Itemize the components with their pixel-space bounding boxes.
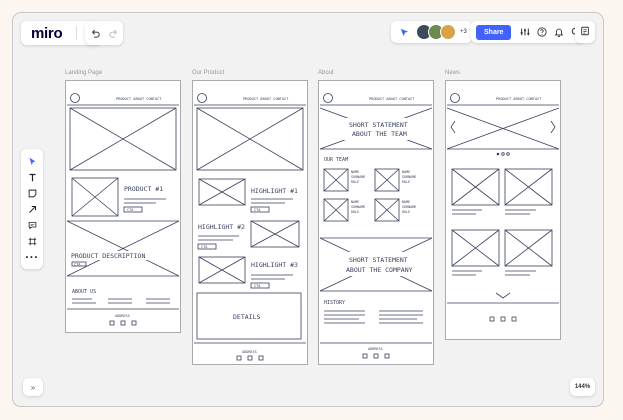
about-us-heading: ABOUT US xyxy=(72,289,96,295)
cursor-share-icon[interactable] xyxy=(396,22,412,42)
sticky-note-icon[interactable] xyxy=(21,185,43,201)
undo-icon[interactable] xyxy=(88,23,102,43)
svg-text:CTA: CTA xyxy=(201,245,208,249)
canvas-board[interactable]: miro +3 Share ··· Landing Page Our Produ… xyxy=(12,12,604,407)
svg-text:ADDRESS: ADDRESS xyxy=(368,347,383,351)
svg-text:SURNAME: SURNAME xyxy=(351,175,365,179)
divider xyxy=(76,26,78,40)
landing-wireframe: PRODUCT ABOUT CONTACT PRODUCT #1 CTA PRO… xyxy=(66,93,180,326)
cursor-icon[interactable] xyxy=(21,153,43,169)
team-statement-line2: ABOUT THE TEAM xyxy=(352,130,407,138)
highlight-2: HIGHLIGHT #2 xyxy=(198,223,245,231)
details-block: DETAILS xyxy=(233,313,260,321)
settings-icon[interactable] xyxy=(516,22,533,42)
zoom-level: 144% xyxy=(574,384,591,390)
collapse-panel-button[interactable]: » xyxy=(23,378,43,396)
team-member: NAME SURNAME ROLE xyxy=(323,198,365,222)
team-statement-line1: SHORT STATEMENT xyxy=(349,121,408,129)
frame-label-landing[interactable]: Landing Page xyxy=(65,70,102,76)
team-member: NAME SURNAME ROLE xyxy=(374,168,416,192)
svg-text:PRODUCT ABOUT CONTACT: PRODUCT ABOUT CONTACT xyxy=(243,97,289,101)
collaborators-bar: +3 xyxy=(391,21,472,43)
collapse-icon: » xyxy=(30,382,36,392)
svg-text:SURNAME: SURNAME xyxy=(351,205,365,209)
highlight-1: HIGHLIGHT #1 xyxy=(251,187,298,195)
about-wireframe: PRODUCT ABOUT CONTACT SHORT STATEMENT AB… xyxy=(319,93,433,359)
avatar[interactable] xyxy=(440,24,456,40)
highlight-3: HIGHLIGHT #3 xyxy=(251,261,298,269)
miro-logo[interactable]: miro xyxy=(21,25,72,42)
board-actions-bar: Share xyxy=(471,21,585,43)
news-wireframe: PRODUCT ABOUT CONTACT xyxy=(446,93,560,322)
company-statement-line1: SHORT STATEMENT xyxy=(349,256,408,264)
bell-icon[interactable] xyxy=(550,22,567,42)
team-member: NAME SURNAME ROLE xyxy=(323,168,365,192)
history-heading: HISTORY xyxy=(324,300,345,306)
product-footer: ADDRESS xyxy=(192,348,308,365)
help-icon[interactable] xyxy=(533,22,550,42)
tools-rail: ··· xyxy=(21,149,43,269)
history-bar xyxy=(85,21,123,45)
product-wireframe: PRODUCT ABOUT CONTACT HIGHLIGHT #1 CTA H… xyxy=(194,93,306,344)
svg-text:ROLE: ROLE xyxy=(402,180,410,184)
svg-text:ADDRESS: ADDRESS xyxy=(115,314,130,318)
svg-text:CTA: CTA xyxy=(74,263,81,267)
svg-text:NAME: NAME xyxy=(351,200,359,204)
more-icon[interactable]: ··· xyxy=(21,249,43,265)
company-statement-line2: ABOUT THE COMPANY xyxy=(346,266,413,274)
frame-label-product[interactable]: Our Product xyxy=(192,70,224,76)
svg-text:SURNAME: SURNAME xyxy=(402,205,416,209)
product-title: PRODUCT #1 xyxy=(124,185,163,193)
team-member: NAME SURNAME ROLE xyxy=(374,198,416,222)
nav-links: PRODUCT ABOUT CONTACT xyxy=(116,97,162,101)
frame-label-about[interactable]: About xyxy=(318,70,334,76)
comment-icon[interactable] xyxy=(21,217,43,233)
collaborators-count[interactable]: +3 xyxy=(460,29,467,35)
our-team-heading: OUR TEAM xyxy=(324,157,348,163)
frame-label-news[interactable]: News xyxy=(445,70,460,76)
svg-text:SURNAME: SURNAME xyxy=(402,175,416,179)
frame-about[interactable]: PRODUCT ABOUT CONTACT SHORT STATEMENT AB… xyxy=(318,80,434,365)
frame-news[interactable]: PRODUCT ABOUT CONTACT xyxy=(445,80,561,340)
text-icon[interactable] xyxy=(21,169,43,185)
frame-icon[interactable] xyxy=(21,233,43,249)
frame-landing-page[interactable]: PRODUCT ABOUT CONTACT PRODUCT #1 CTA PRO… xyxy=(65,80,181,333)
svg-text:PRODUCT ABOUT CONTACT: PRODUCT ABOUT CONTACT xyxy=(369,97,415,101)
svg-text:ADDRESS: ADDRESS xyxy=(242,350,257,354)
svg-text:CTA: CTA xyxy=(127,208,134,212)
share-button[interactable]: Share xyxy=(476,24,512,40)
arrow-icon[interactable] xyxy=(21,201,43,217)
frame-our-product[interactable]: PRODUCT ABOUT CONTACT HIGHLIGHT #1 CTA H… xyxy=(192,80,308,353)
svg-text:ROLE: ROLE xyxy=(351,180,359,184)
svg-text:ROLE: ROLE xyxy=(351,210,359,214)
svg-text:CTA: CTA xyxy=(254,284,261,288)
notes-panel-button[interactable] xyxy=(575,21,595,43)
zoom-control[interactable]: 144% xyxy=(570,378,595,396)
svg-text:NAME: NAME xyxy=(402,170,410,174)
product-description: PRODUCT DESCRIPTION xyxy=(71,252,145,260)
svg-text:CTA: CTA xyxy=(254,208,261,212)
redo-icon[interactable] xyxy=(107,23,121,43)
notes-icon xyxy=(580,23,590,41)
svg-text:PRODUCT ABOUT CONTACT: PRODUCT ABOUT CONTACT xyxy=(496,97,542,101)
svg-text:ROLE: ROLE xyxy=(402,210,410,214)
svg-text:NAME: NAME xyxy=(402,200,410,204)
svg-text:NAME: NAME xyxy=(351,170,359,174)
